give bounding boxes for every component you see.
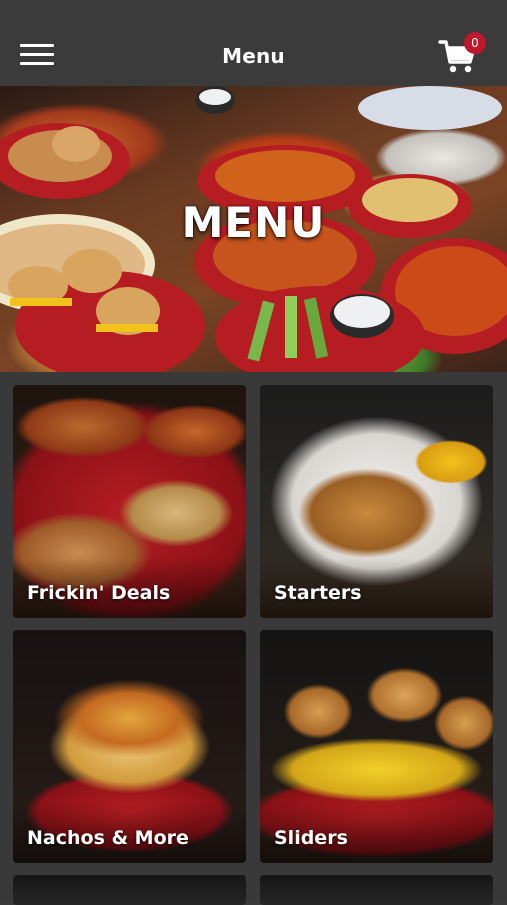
- category-card-starters[interactable]: Starters: [260, 385, 493, 618]
- category-card-partial[interactable]: [13, 875, 246, 905]
- category-card-frickin-deals[interactable]: Frickin' Deals: [13, 385, 246, 618]
- category-label: Nachos & More: [27, 827, 189, 849]
- menu-hero-banner: MENU: [0, 86, 507, 372]
- category-label: Starters: [274, 582, 362, 604]
- hero-title: MENU: [181, 198, 326, 247]
- category-label: Sliders: [274, 827, 348, 849]
- top-app-bar: Menu 0: [0, 0, 507, 86]
- cart-button[interactable]: 0: [438, 32, 490, 74]
- cart-count-badge: 0: [464, 32, 486, 54]
- category-card-sliders[interactable]: Sliders: [260, 630, 493, 863]
- menu-category-grid: Frickin' Deals Starters Nachos & More Sl…: [0, 372, 507, 905]
- category-card-partial[interactable]: [260, 875, 493, 905]
- category-card-nachos-and-more[interactable]: Nachos & More: [13, 630, 246, 863]
- page-title: Menu: [222, 44, 285, 68]
- category-label: Frickin' Deals: [27, 582, 171, 604]
